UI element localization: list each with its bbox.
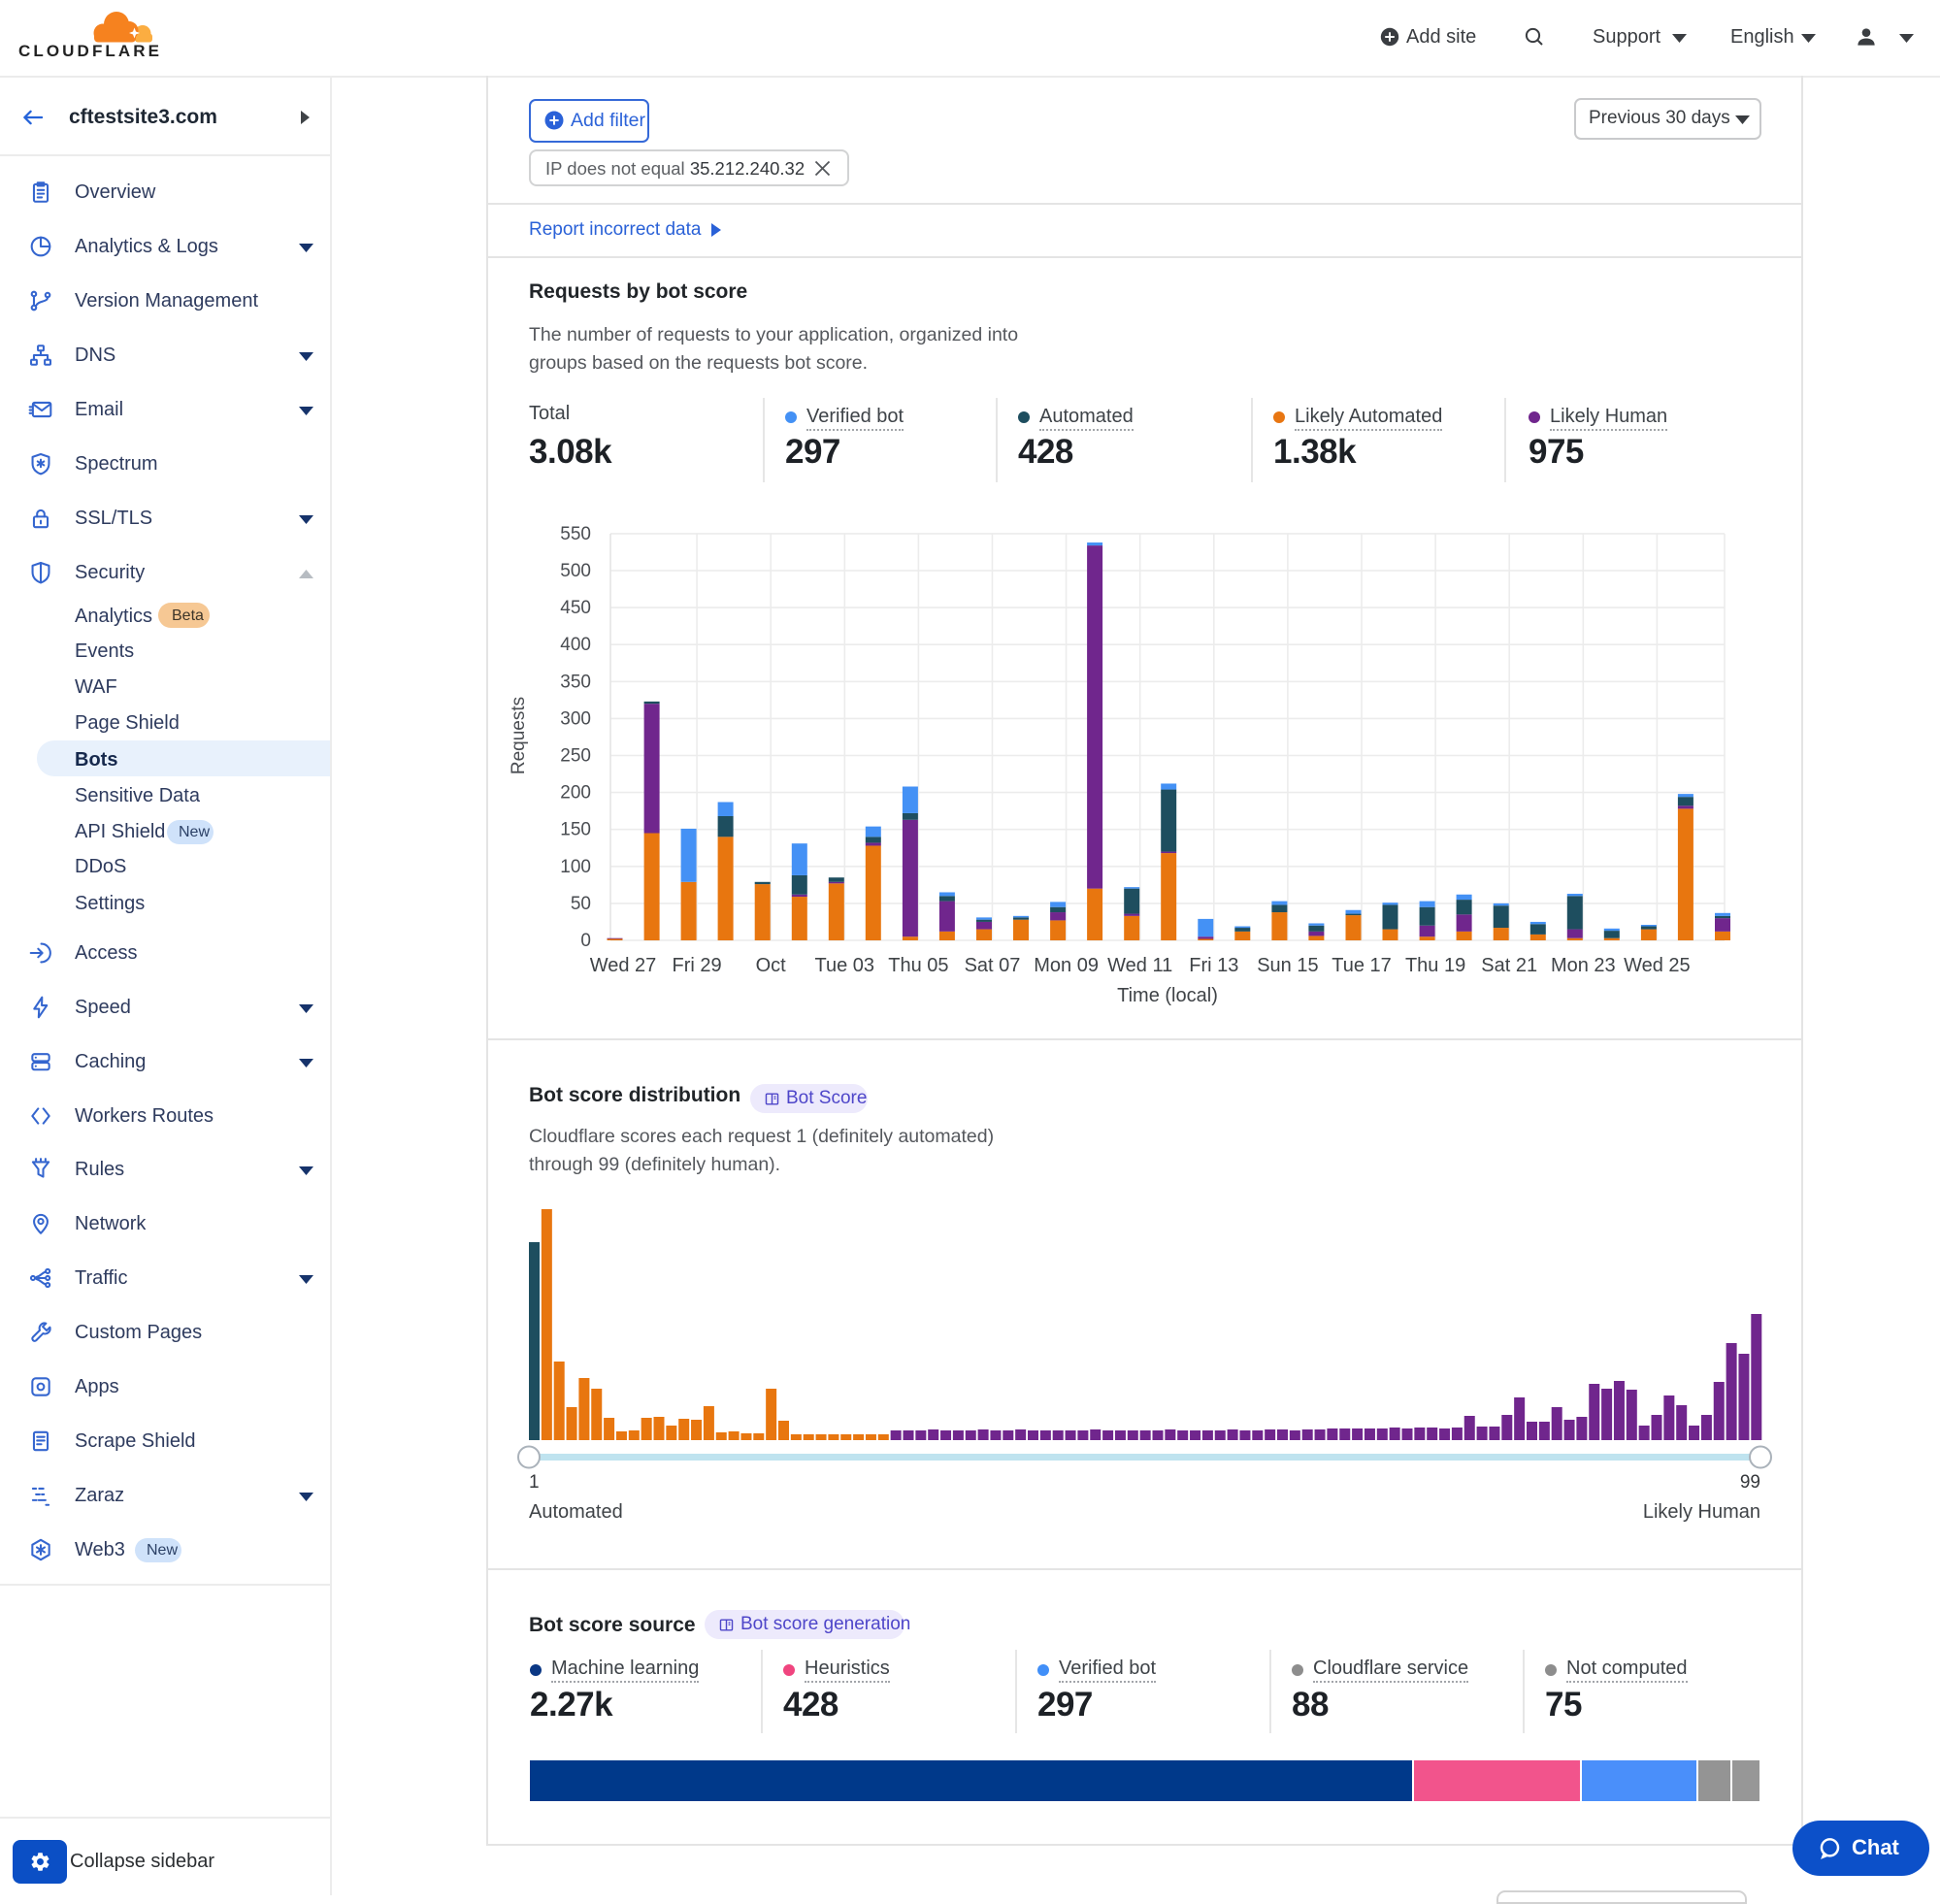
svg-text:100: 100: [560, 857, 591, 877]
svg-text:Sun 15: Sun 15: [1257, 955, 1318, 976]
svg-text:Likely Human: Likely Human: [1643, 1501, 1760, 1523]
svg-text:Wed 27: Wed 27: [590, 955, 657, 976]
svg-text:250: 250: [560, 746, 591, 767]
svg-text:Wed 25: Wed 25: [1624, 955, 1691, 976]
svg-text:Thu 05: Thu 05: [888, 955, 948, 976]
svg-text:500: 500: [560, 561, 591, 581]
svg-text:200: 200: [560, 783, 591, 804]
svg-text:Requests: Requests: [509, 697, 529, 774]
svg-text:0: 0: [580, 931, 591, 951]
svg-text:Fri 13: Fri 13: [1189, 955, 1238, 976]
svg-text:Automated: Automated: [529, 1501, 623, 1523]
svg-text:300: 300: [560, 708, 591, 729]
svg-text:Wed 11: Wed 11: [1107, 955, 1172, 976]
svg-text:Sat 21: Sat 21: [1481, 955, 1537, 976]
svg-text:Fri 29: Fri 29: [673, 955, 722, 976]
svg-text:50: 50: [571, 894, 591, 914]
svg-text:450: 450: [560, 598, 591, 618]
svg-text:Tue 03: Tue 03: [815, 955, 875, 976]
svg-text:Mon 09: Mon 09: [1034, 955, 1099, 976]
svg-text:150: 150: [560, 820, 591, 840]
svg-text:350: 350: [560, 672, 591, 692]
svg-text:99: 99: [1740, 1472, 1760, 1493]
svg-text:Sat 07: Sat 07: [965, 955, 1021, 976]
svg-text:550: 550: [560, 524, 591, 544]
svg-text:Time (local): Time (local): [1117, 985, 1218, 1006]
svg-text:Mon 23: Mon 23: [1551, 955, 1616, 976]
svg-text:400: 400: [560, 635, 591, 655]
svg-text:1: 1: [529, 1472, 540, 1493]
svg-text:Thu 19: Thu 19: [1405, 955, 1465, 976]
svg-text:Tue 17: Tue 17: [1332, 955, 1392, 976]
svg-text:Oct: Oct: [756, 955, 787, 976]
